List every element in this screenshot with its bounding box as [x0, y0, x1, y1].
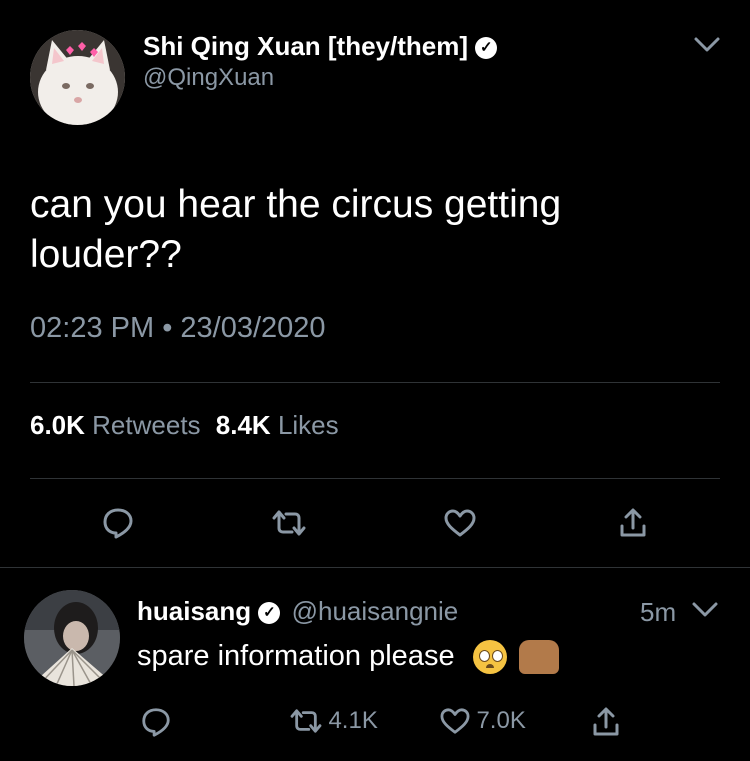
like-count: 7.0K: [476, 707, 526, 734]
like-icon: [438, 707, 472, 735]
retweets-stat[interactable]: 6.0K Retweets: [30, 410, 208, 440]
timestamp: 02:23 PM • 23/03/2020: [30, 312, 326, 345]
display-name[interactable]: Shi Qing Xuan [they/them]: [143, 31, 468, 61]
divider: [0, 567, 750, 568]
tweet-stats: 6.0K Retweets 8.4K Likes: [30, 410, 339, 441]
retweet-count: 4.1K: [328, 707, 378, 734]
chevron-down-icon[interactable]: [690, 600, 720, 620]
retweets-label: Retweets: [92, 410, 201, 440]
fan-avatar-image: [24, 590, 120, 686]
tweet-age: 5m: [640, 597, 677, 627]
share-icon[interactable]: [618, 506, 648, 540]
reply-icon[interactable]: [101, 506, 135, 540]
display-name[interactable]: huaisang: [137, 596, 251, 626]
retweets-count: 6.0K: [30, 410, 85, 440]
share-icon[interactable]: [591, 705, 621, 739]
likes-label: Likes: [277, 410, 339, 440]
retweet-icon: [288, 707, 324, 735]
pleading-face-emoji: [472, 640, 507, 675]
tweet-text: spare information please: [137, 640, 455, 672]
tweet-time: 02:23 PM: [30, 312, 155, 344]
likes-count: 8.4K: [215, 410, 271, 440]
tweet-text: can you hear the circus getting louder??: [30, 183, 562, 276]
like-icon[interactable]: [443, 508, 477, 538]
likes-stat[interactable]: 8.4K Likes: [216, 410, 339, 440]
cat-avatar-image: [30, 30, 125, 125]
divider: [30, 382, 720, 383]
chevron-down-icon[interactable]: [692, 35, 722, 55]
handle[interactable]: @QingXuan: [143, 64, 274, 92]
verified-icon: ✓: [475, 37, 498, 60]
retweet-action[interactable]: 4.1K: [288, 707, 378, 735]
avatar[interactable]: [30, 30, 125, 125]
retweet-icon[interactable]: [270, 508, 308, 538]
like-action[interactable]: 7.0K: [438, 707, 526, 735]
raised-hands-emoji: [518, 640, 559, 675]
verified-icon: ✓: [258, 602, 281, 625]
reply-icon[interactable]: [140, 706, 172, 738]
avatar[interactable]: [24, 590, 120, 686]
separator: •: [162, 312, 173, 344]
handle[interactable]: @huaisangnie: [292, 596, 459, 626]
divider: [30, 478, 720, 479]
tweet-date: 23/03/2020: [180, 312, 326, 344]
